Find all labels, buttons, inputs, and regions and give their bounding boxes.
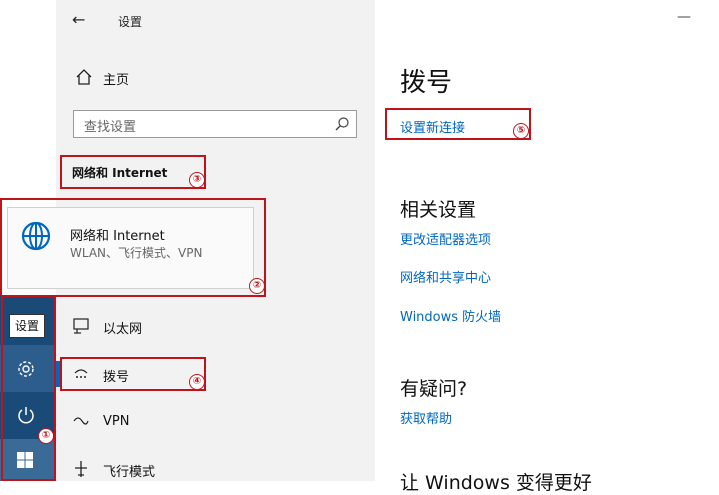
sidebar-item-ethernet[interactable]: 以太网 — [103, 318, 142, 337]
ethernet-icon — [73, 318, 89, 334]
help-heading: 有疑问? — [400, 378, 468, 400]
change-adapter-options-link[interactable]: 更改适配器选项 — [400, 229, 491, 248]
section-title: 网络和 Internet — [72, 166, 168, 180]
home-icon — [76, 69, 92, 85]
sidebar-item-vpn[interactable]: VPN — [103, 414, 129, 429]
minimize-button[interactable]: — — [677, 9, 691, 25]
setup-new-connection-link[interactable]: 设置新连接 — [400, 117, 465, 136]
annotation-marker-4: ④ — [189, 374, 205, 390]
page-title: 拨号 — [400, 68, 453, 98]
globe-icon — [21, 221, 51, 251]
search-placeholder: 查找设置 — [84, 120, 137, 135]
annotation-box-4 — [60, 357, 206, 391]
windows-firewall-link[interactable]: Windows 防火墙 — [400, 306, 501, 325]
annotation-box-1 — [1, 295, 56, 481]
annotation-marker-3: ③ — [189, 172, 205, 188]
feedback-heading: 让 Windows 变得更好 — [400, 472, 592, 494]
related-settings-heading: 相关设置 — [400, 199, 477, 221]
search-input[interactable]: 查找设置 — [73, 110, 357, 138]
search-icon[interactable] — [334, 116, 350, 132]
annotation-marker-5: ⑤ — [513, 123, 529, 139]
airplane-icon — [75, 461, 87, 477]
tile-subtitle: WLAN、飞行模式、VPN — [70, 246, 203, 260]
tile-title: 网络和 Internet — [70, 229, 165, 244]
back-button[interactable]: ← — [72, 10, 85, 29]
annotation-marker-2: ② — [249, 278, 265, 294]
get-help-link[interactable]: 获取帮助 — [400, 408, 452, 427]
annotation-marker-1: ① — [38, 428, 54, 444]
window-title: 设置 — [118, 15, 143, 29]
network-sharing-center-link[interactable]: 网络和共享中心 — [400, 267, 491, 286]
sidebar-item-home[interactable]: 主页 — [103, 69, 129, 88]
vpn-icon — [73, 417, 89, 425]
sidebar-item-airplane-mode[interactable]: 飞行模式 — [103, 461, 155, 480]
